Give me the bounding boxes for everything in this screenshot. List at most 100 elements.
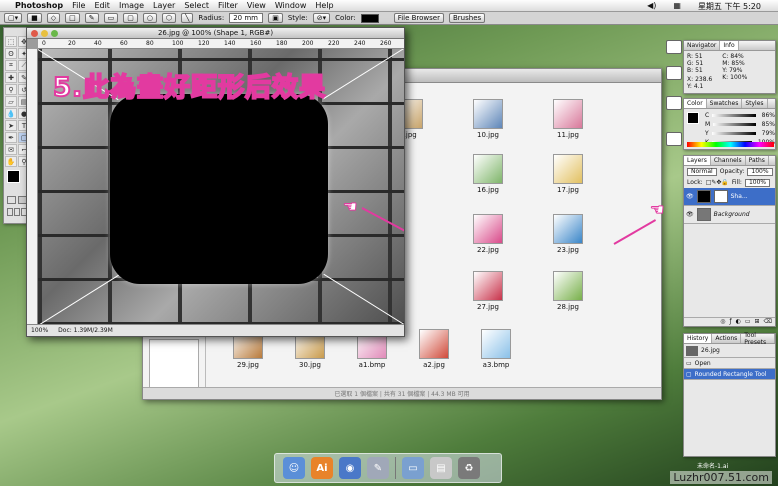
zoom-icon[interactable]: [51, 30, 58, 37]
blur-tool-icon[interactable]: 💧: [5, 108, 17, 119]
fill-pixels-mode-button[interactable]: □: [65, 13, 80, 23]
image-canvas[interactable]: 5.此為畫好距形后效果 ☚: [38, 49, 404, 325]
illustrator-icon[interactable]: Ai: [311, 457, 333, 479]
flag-icon[interactable]: ▦: [673, 1, 681, 12]
notes-tool-icon[interactable]: ✉: [5, 144, 17, 155]
tab-swatches[interactable]: Swatches: [707, 99, 743, 108]
thumbnail-item[interactable]: 28.jpg: [538, 271, 598, 319]
eye-icon[interactable]: 👁: [686, 211, 694, 218]
history-step-rounded-rect[interactable]: ▢ Rounded Rectangle Tool: [684, 369, 775, 380]
layer-row-background[interactable]: 👁 Background: [684, 206, 775, 224]
volume-icon[interactable]: ◀): [647, 1, 656, 12]
thumbnail-item[interactable]: 16.jpg: [458, 154, 518, 202]
crop-tool-icon[interactable]: ⌗: [5, 60, 17, 71]
menu-filter[interactable]: Filter: [218, 1, 238, 10]
history-snapshot[interactable]: 26.jpg: [684, 344, 775, 358]
channel-c[interactable]: C 86%: [702, 111, 775, 120]
combine-mode-button[interactable]: ▣: [268, 13, 283, 23]
tab-color[interactable]: Color: [684, 99, 707, 108]
menu-window[interactable]: Window: [275, 1, 307, 10]
ellipse-shape-button[interactable]: ○: [142, 13, 158, 23]
rounded-rectangle-shape[interactable]: [110, 94, 328, 284]
menu-app-photoshop[interactable]: Photoshop: [15, 1, 63, 10]
menu-file[interactable]: File: [72, 1, 85, 10]
lasso-tool-icon[interactable]: ʘ: [5, 48, 17, 59]
tab-actions[interactable]: Actions: [712, 334, 742, 343]
radius-input[interactable]: 20 mm: [229, 13, 264, 23]
documents-folder-icon[interactable]: ▭: [402, 457, 424, 479]
minimize-icon[interactable]: [41, 30, 48, 37]
thumbnail-item[interactable]: 23.jpg: [538, 214, 598, 262]
trash-icon[interactable]: ⌫: [764, 318, 772, 326]
tab-channels[interactable]: Channels: [711, 156, 746, 165]
blend-mode-select[interactable]: Normal: [687, 167, 717, 176]
thumbnail-item[interactable]: 11.jpg: [538, 99, 598, 147]
tab-history[interactable]: History: [684, 334, 713, 343]
photoshop-icon[interactable]: ◉: [339, 457, 361, 479]
menu-layer[interactable]: Layer: [153, 1, 175, 10]
shape-layer-mode-button[interactable]: ■: [27, 13, 42, 23]
desktop-file-icon[interactable]: [666, 40, 682, 54]
stamp-tool-icon[interactable]: ⚲: [5, 84, 17, 95]
layer-row-shape[interactable]: 👁 Sha...: [684, 188, 775, 206]
tab-tool-presets[interactable]: Tool Presets: [741, 332, 775, 346]
fx-icon[interactable]: ƒ: [729, 318, 731, 326]
eye-icon[interactable]: 👁: [686, 193, 694, 200]
polygon-shape-button[interactable]: ⬡: [162, 13, 177, 23]
thumbnail-item[interactable]: 27.jpg: [458, 271, 518, 319]
history-step-open[interactable]: ▭ Open: [684, 358, 775, 369]
tab-layers[interactable]: Layers: [684, 156, 711, 165]
tab-info[interactable]: Info: [720, 41, 739, 50]
menu-help[interactable]: Help: [315, 1, 333, 10]
lock-icons[interactable]: □✎✥🔒: [706, 179, 729, 186]
menu-view[interactable]: View: [247, 1, 266, 10]
menu-image[interactable]: Image: [119, 1, 144, 10]
fill-input[interactable]: 100%: [744, 178, 771, 187]
mask-icon[interactable]: ◐: [736, 318, 741, 326]
color-swatch[interactable]: [360, 13, 379, 23]
horizontal-ruler[interactable]: 0 20 40 60 80 100 120 140 160 180 200 220 240 260: [38, 39, 404, 49]
rounded-rect-shape-button[interactable]: ▢: [123, 13, 138, 23]
brushes-tab[interactable]: Brushes: [449, 13, 486, 23]
marquee-tool-icon[interactable]: ⬚: [5, 36, 17, 47]
line-shape-button[interactable]: ╲: [181, 13, 194, 23]
hand-tool-icon[interactable]: ✋: [5, 156, 17, 167]
menu-select[interactable]: Select: [184, 1, 209, 10]
tab-navigator[interactable]: Navigator: [684, 41, 721, 50]
tab-paths[interactable]: Paths: [746, 156, 769, 165]
document-titlebar[interactable]: 26.jpg @ 100% (Shape 1, RGB#): [27, 28, 404, 39]
channel-m[interactable]: M 85%: [702, 120, 775, 129]
path-mode-button[interactable]: ◇: [46, 13, 61, 23]
finder-icon[interactable]: ☺: [283, 457, 305, 479]
color-fg-swatch[interactable]: [687, 112, 699, 124]
mask-mode-buttons[interactable]: [7, 196, 27, 204]
rectangle-shape-button[interactable]: ▭: [103, 13, 119, 23]
thumbnail-item[interactable]: 17.jpg: [538, 154, 598, 202]
vertical-ruler[interactable]: [27, 49, 38, 325]
zoom-level[interactable]: 100%: [31, 327, 48, 334]
thumbnail-item[interactable]: 22.jpg: [458, 214, 518, 262]
pen-tool-button[interactable]: ✎: [84, 13, 99, 23]
opacity-input[interactable]: 100%: [747, 167, 773, 176]
foreground-color-swatch[interactable]: [7, 170, 20, 183]
screen-mode-buttons[interactable]: [7, 208, 27, 217]
doc-size[interactable]: Doc: 1.39M/2.39M: [58, 327, 113, 334]
thumbnail-item[interactable]: a2.jpg: [404, 329, 464, 377]
tab-styles[interactable]: Styles: [742, 99, 768, 108]
folder-icon[interactable]: ▭: [745, 318, 751, 326]
style-picker[interactable]: ⊘▾: [312, 13, 331, 23]
desktop-file-icon[interactable]: [666, 96, 682, 110]
desktop-file-icon[interactable]: [666, 132, 682, 146]
document-icon[interactable]: ▤: [430, 457, 452, 479]
file-browser-tab[interactable]: File Browser: [393, 13, 444, 23]
thumbnail-item[interactable]: a3.bmp: [466, 329, 526, 377]
new-layer-icon[interactable]: ⊞: [754, 318, 759, 326]
desktop-file-label[interactable]: 未命名-1.ai: [697, 461, 728, 470]
trash-icon[interactable]: ♻: [458, 457, 480, 479]
menubar-clock[interactable]: 星期五 下午 5:20: [698, 1, 761, 12]
link-icon[interactable]: ◎: [720, 318, 725, 326]
desktop-file-icon[interactable]: [666, 66, 682, 80]
tool-preset-button[interactable]: ▢▾: [4, 13, 23, 23]
thumbnail-item[interactable]: 10.jpg: [458, 99, 518, 147]
healing-tool-icon[interactable]: ✚: [5, 72, 17, 83]
